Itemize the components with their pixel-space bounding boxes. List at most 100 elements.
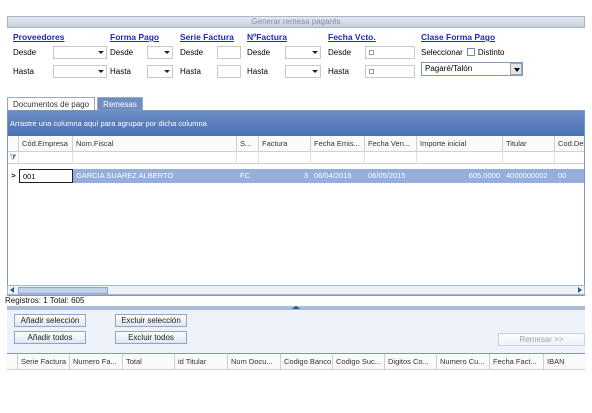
filter-cell-importe-inicial[interactable] [417,152,503,164]
scroll-right-icon[interactable] [578,287,582,293]
fecha-vcto-hasta-label: Hasta [328,66,349,76]
filter-n-factura: NºFactura Desde Hasta [247,32,321,78]
row-indicator-header [7,354,18,370]
filter-icon[interactable]: ⧩ [8,152,19,164]
cell-fecha-vencimiento[interactable]: 06/05/2015 [365,169,417,183]
n-factura-hasta-label: Hasta [247,66,268,76]
filter-cell-titular[interactable] [503,152,555,164]
tab-documentos-de-pago[interactable]: Documentos de pago [7,97,96,111]
cell-factura[interactable]: 3 [259,169,311,183]
filter-cell-cod-empresa[interactable] [19,152,73,164]
filter-n-factura-title[interactable]: NºFactura [247,32,287,43]
remesar-button[interactable]: Remesar >> [498,333,585,346]
column-header-cod-empresa[interactable]: Cód.Empresa [19,136,73,152]
filter-cell-serie[interactable] [237,152,259,164]
column-header-serie-factura[interactable]: Serie Factura [18,354,70,370]
checkbox-icon[interactable] [369,49,374,55]
window-title: Generar remesa pagarés [251,17,341,26]
serie-factura-hasta-input[interactable] [217,64,241,78]
forma-pago-desde-label: Desde [110,47,134,57]
cell-cod-dele[interactable]: 00 [555,169,584,183]
scroll-left-icon[interactable] [10,287,14,293]
column-header-numero-cuenta[interactable]: Numero Cu... [437,354,490,370]
chevron-down-icon[interactable] [164,69,170,73]
chevron-down-icon[interactable] [312,50,318,54]
filter-proveedores-title[interactable]: Proveedores [13,32,65,43]
anadir-seleccion-button[interactable]: Añadir selección [14,314,86,327]
serie-factura-desde-input[interactable] [217,45,241,59]
column-header-cod-dele[interactable]: Cod.Dele [555,136,584,152]
filter-clase-forma-pago-title[interactable]: Clase Forma Pago [421,32,495,43]
chevron-down-icon[interactable] [98,69,104,73]
cell-importe-inicial[interactable]: 605,0000 [417,169,503,183]
proveedores-hasta-label: Hasta [13,66,34,76]
column-header-total[interactable]: Total [123,354,175,370]
documentos-grid: Arrastre una columna aquí para agrupar p… [7,110,585,296]
filter-serie-factura-title[interactable]: Serie Factura [180,32,234,43]
cell-cod-empresa[interactable]: 001 [19,169,73,183]
clase-seleccionar-label: Seleccionar [421,47,463,57]
forma-pago-desde-combo[interactable] [147,45,173,59]
horizontal-scrollbar[interactable] [7,285,585,295]
n-factura-hasta-spinner[interactable] [285,64,321,78]
excluir-todos-button[interactable]: Excluir todos [115,331,187,344]
column-header-titular[interactable]: Titular [503,136,555,152]
chevron-down-icon[interactable] [312,69,318,73]
cell-serie[interactable]: FC [237,169,259,183]
filter-cell-nom-fiscal[interactable] [73,152,237,164]
chevron-down-icon[interactable] [164,50,170,54]
cell-nom-fiscal[interactable]: GARCIA SUAREZ ALBERTO [73,169,237,183]
filter-fecha-vcto: Fecha Vcto. Desde Hasta [328,32,415,78]
distinto-label: Distinto [477,47,505,57]
filter-fecha-vcto-title[interactable]: Fecha Vcto. [328,32,376,43]
column-header-digitos-control[interactable]: Digitos Co... [385,354,437,370]
column-header-fecha-vencimiento[interactable]: Fecha Ven... [365,136,417,152]
row-indicator-header [8,136,19,152]
column-header-codigo-sucursal[interactable]: Codigo Suc... [333,354,385,370]
checkbox-icon[interactable] [369,68,374,74]
forma-pago-hasta-combo[interactable] [147,64,173,78]
table-row[interactable]: > 001 GARCIA SUAREZ ALBERTO FC 3 06/04/2… [8,169,584,183]
chevron-down-icon[interactable] [98,50,104,54]
column-header-serie[interactable]: S... [237,136,259,152]
column-header-id-titular[interactable]: id Titular [175,354,228,370]
proveedores-hasta-combo[interactable] [53,64,107,78]
row-indicator-icon[interactable]: > [8,169,19,183]
cell-fecha-emision[interactable]: 06/04/2015 [311,169,365,183]
distinto-checkbox[interactable] [466,48,475,56]
grid-filter-row: ⧩ [8,152,584,164]
group-by-panel[interactable]: Arrastre una columna aquí para agrupar p… [8,111,584,136]
column-header-num-documento[interactable]: Num Docu... [228,354,281,370]
grid-header-row: Cód.Empresa Nom.Fiscal S... Factura Fech… [8,136,584,152]
tab-remesas[interactable]: Remesas [97,97,143,111]
remesa-panel: Añadir selección Añadir todos Excluir se… [7,310,585,413]
anadir-todos-button[interactable]: Añadir todos [14,331,86,344]
filter-clase-forma-pago: Clase Forma Pago Seleccionar Distinto Pa… [421,32,523,76]
filter-forma-pago-title[interactable]: Forma Pago [110,32,159,43]
n-factura-desde-label: Desde [247,47,271,57]
filter-cell-cod-dele[interactable] [555,152,584,164]
clase-forma-pago-select[interactable]: Pagaré/Talón [421,62,523,76]
scrollbar-thumb[interactable] [18,287,108,294]
fecha-vcto-desde-input[interactable] [365,45,415,59]
cell-titular[interactable]: 4000000002 [503,169,555,183]
proveedores-desde-combo[interactable] [53,45,107,59]
excluir-seleccion-button[interactable]: Excluir selección [115,314,187,327]
column-header-fecha-factura[interactable]: Fecha Fact... [490,354,544,370]
fecha-vcto-hasta-input[interactable] [365,64,415,78]
column-header-nom-fiscal[interactable]: Nom.Fiscal [73,136,237,152]
window-title-bar: Generar remesa pagarés [7,16,585,28]
column-header-importe-inicial[interactable]: Importe inicial [417,136,503,152]
column-header-numero-factura[interactable]: Numero Fa... [70,354,123,370]
column-header-iban[interactable]: IBAN [544,354,585,370]
n-factura-desde-spinner[interactable] [285,45,321,59]
filter-cell-fecha-vencimiento[interactable] [365,152,417,164]
dropdown-arrow-icon[interactable] [510,63,522,75]
column-header-codigo-banco[interactable]: Codigo Banco [281,354,333,370]
column-header-factura[interactable]: Factura [259,136,311,152]
fecha-vcto-desde-label: Desde [328,47,352,57]
serie-factura-desde-label: Desde [180,47,204,57]
column-header-fecha-emision[interactable]: Fecha Emis... [311,136,365,152]
filter-cell-fecha-emision[interactable] [311,152,365,164]
filter-cell-factura[interactable] [259,152,311,164]
